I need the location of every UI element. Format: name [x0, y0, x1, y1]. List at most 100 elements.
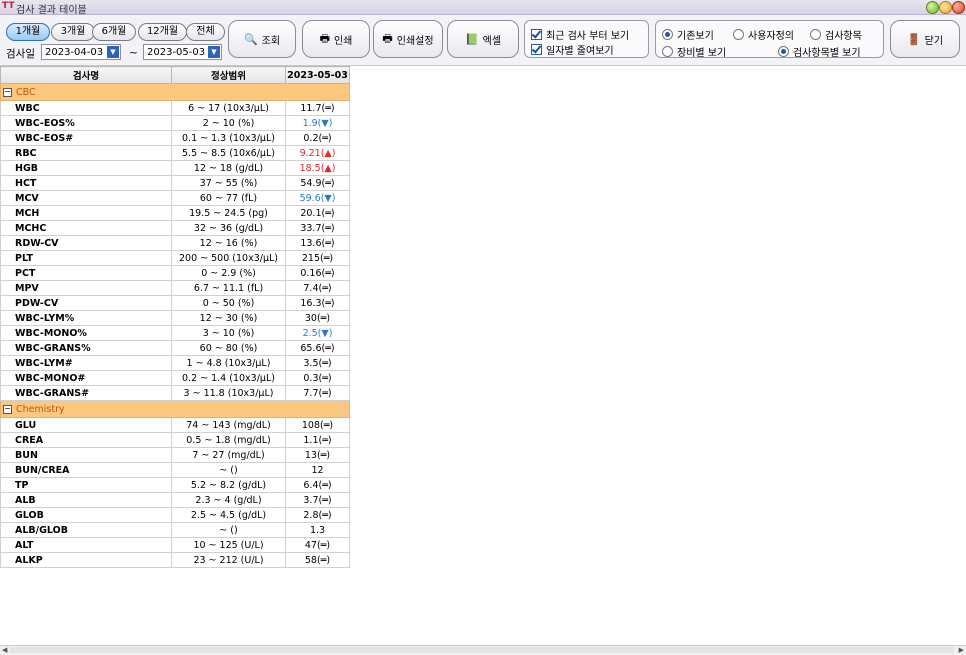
radio-selected-icon — [778, 46, 789, 57]
chevron-down-icon[interactable]: ▼ — [107, 46, 119, 58]
result-value-cell: 13(═) — [285, 447, 350, 463]
view-custom-radio[interactable]: 사용자정의 — [733, 27, 794, 42]
view-basic-label: 기존보기 — [677, 31, 714, 42]
scrollbar-thumb[interactable] — [10, 647, 954, 653]
table-row[interactable]: MCH 19.5 ~ 24.5 (pg) 20.1(═) — [0, 205, 350, 221]
test-name-cell: GLOB — [0, 507, 172, 523]
test-name-cell: ALB — [0, 492, 172, 508]
table-row[interactable]: TP 5.2 ~ 8.2 (g/dL) 6.4(═) — [0, 477, 350, 493]
table-row[interactable]: WBC-MONO# 0.2 ~ 1.4 (10x3/μL) 0.3(═) — [0, 370, 350, 386]
test-name-cell: WBC — [0, 100, 172, 116]
table-row[interactable]: ALB/GLOB ~ () 1.3 — [0, 522, 350, 538]
table-row[interactable]: HCT 37 ~ 55 (%) 54.9(═) — [0, 175, 350, 191]
result-value-cell: 1.3 — [285, 522, 350, 538]
table-row[interactable]: WBC 6 ~ 17 (10x3/μL) 11.7(═) — [0, 100, 350, 116]
table-row[interactable]: MCHC 32 ~ 36 (g/dL) 33.7(═) — [0, 220, 350, 236]
test-name-cell: HCT — [0, 175, 172, 191]
recent-first-checkbox[interactable]: 최근 검사 부터 보기 — [531, 27, 629, 42]
normal-range-cell: 32 ~ 36 (g/dL) — [171, 220, 286, 236]
normal-range-cell: 0.5 ~ 1.8 (mg/dL) — [171, 432, 286, 448]
search-icon: 🔍 — [243, 32, 258, 46]
title-bar: TT 검사 결과 테이블 — [0, 0, 966, 16]
view-custom-label: 사용자정의 — [748, 31, 794, 42]
table-row[interactable]: GLU 74 ~ 143 (mg/dL) 108(═) — [0, 417, 350, 433]
table-row[interactable]: GLOB 2.5 ~ 4.5 (g/dL) 2.8(═) — [0, 507, 350, 523]
test-name-cell: PDW-CV — [0, 295, 172, 311]
group-header-cell[interactable]: − Chemistry — [0, 400, 350, 418]
date-to-field[interactable]: 2023-05-03 ▼ — [143, 44, 222, 60]
period-12month-button[interactable]: 12개월 — [138, 23, 187, 41]
excel-icon: 📗 — [464, 32, 479, 46]
table-row[interactable]: ALKP 23 ~ 212 (U/L) 58(═) — [0, 552, 350, 568]
scroll-right-icon[interactable]: ▶ — [959, 646, 964, 654]
table-row[interactable]: WBC-MONO% 3 ~ 10 (%) 2.5(▼) — [0, 325, 350, 341]
normal-range-cell: 60 ~ 80 (%) — [171, 340, 286, 356]
print-settings-button[interactable]: 🖶 인쇄설정 — [373, 20, 443, 58]
group-row[interactable]: − CBC — [0, 83, 350, 101]
view-device-radio[interactable]: 장비별 보기 — [662, 44, 726, 59]
normal-range-cell: 1 ~ 4.8 (10x3/μL) — [171, 355, 286, 371]
view-device-label: 장비별 보기 — [677, 48, 727, 59]
window-title: 검사 결과 테이블 — [16, 5, 87, 16]
period-6month-button[interactable]: 6개월 — [92, 23, 136, 41]
result-value-cell: 2.5(▼) — [285, 325, 350, 341]
table-row[interactable]: MPV 6.7 ~ 11.1 (fL) 7.4(═) — [0, 280, 350, 296]
results-table: 검사명 정상범위 2023-05-03 − CBC WBC 6 ~ 17 (10x3/… — [0, 66, 350, 568]
table-row[interactable]: WBC-EOS% 2 ~ 10 (%) 1.9(▼) — [0, 115, 350, 131]
display-options-group: 최근 검사 부터 보기 일자별 줄여보기 — [524, 20, 649, 58]
close-button[interactable]: 🚪 닫기 — [890, 20, 960, 58]
view-basic-radio[interactable]: 기존보기 — [662, 27, 714, 42]
maximize-button[interactable] — [939, 1, 952, 14]
period-1month-button[interactable]: 1개월 — [6, 23, 50, 41]
close-window-button[interactable] — [952, 1, 965, 14]
date-from-field[interactable]: 2023-04-03 ▼ — [41, 44, 121, 60]
table-row[interactable]: HGB 12 ~ 18 (g/dL) 18.5(▲) — [0, 160, 350, 176]
view-item-radio[interactable]: 검사항목 — [810, 27, 862, 42]
table-row[interactable]: ALB 2.3 ~ 4 (g/dL) 3.7(═) — [0, 492, 350, 508]
table-row[interactable]: ALT 10 ~ 125 (U/L) 47(═) — [0, 537, 350, 553]
table-row[interactable]: RDW-CV 12 ~ 16 (%) 13.6(═) — [0, 235, 350, 251]
view-by-item-radio[interactable]: 검사항목별 보기 — [778, 44, 861, 59]
group-header-cell[interactable]: − CBC — [0, 83, 350, 101]
column-header-normal-range[interactable]: 정상범위 — [171, 66, 286, 84]
results-grid[interactable]: 검사명 정상범위 2023-05-03 − CBC WBC 6 ~ 17 (10x3/… — [0, 66, 966, 606]
scroll-left-icon[interactable]: ◀ — [2, 646, 7, 654]
table-row[interactable]: MCV 60 ~ 77 (fL) 59.6(▼) — [0, 190, 350, 206]
chevron-down-icon[interactable]: ▼ — [208, 46, 220, 58]
column-header-date[interactable]: 2023-05-03 — [285, 66, 350, 84]
table-row[interactable]: WBC-GRANS# 3 ~ 11.8 (10x3/μL) 7.7(═) — [0, 385, 350, 401]
table-row[interactable]: PCT 0 ~ 2.9 (%) 0.16(═) — [0, 265, 350, 281]
group-row[interactable]: − Chemistry — [0, 400, 350, 418]
result-value-cell: 12 — [285, 462, 350, 478]
test-name-cell: WBC-GRANS% — [0, 340, 172, 356]
table-row[interactable]: WBC-LYM# 1 ~ 4.8 (10x3/μL) 3.5(═) — [0, 355, 350, 371]
close-button-label: 닫기 — [924, 35, 944, 47]
result-value-cell: 0.3(═) — [285, 370, 350, 386]
test-name-cell: CREA — [0, 432, 172, 448]
table-row[interactable]: BUN/CREA ~ () 12 — [0, 462, 350, 478]
table-row[interactable]: WBC-EOS# 0.1 ~ 1.3 (10x3/μL) 0.2(═) — [0, 130, 350, 146]
collapse-icon[interactable]: − — [3, 404, 12, 414]
table-row[interactable]: BUN 7 ~ 27 (mg/dL) 13(═) — [0, 447, 350, 463]
print-button[interactable]: 🖶 인쇄 — [302, 20, 370, 58]
table-row[interactable]: WBC-LYM% 12 ~ 30 (%) 30(═) — [0, 310, 350, 326]
excel-button[interactable]: 📗 엑셀 — [447, 20, 519, 58]
search-button[interactable]: 🔍 조회 — [228, 20, 296, 58]
date-to-value: 2023-05-03 — [147, 47, 206, 58]
table-row[interactable]: RBC 5.5 ~ 8.5 (10x6/μL) 9.21(▲) — [0, 145, 350, 161]
table-row[interactable]: PLT 200 ~ 500 (10x3/μL) 215(═) — [0, 250, 350, 266]
minimize-button[interactable] — [926, 1, 939, 14]
period-3month-button[interactable]: 3개월 — [51, 23, 95, 41]
print-settings-button-label: 인쇄설정 — [396, 35, 434, 47]
test-name-cell: ALB/GLOB — [0, 522, 172, 538]
period-all-button[interactable]: 전체 — [186, 23, 225, 41]
normal-range-cell: 23 ~ 212 (U/L) — [171, 552, 286, 568]
column-header-test-name[interactable]: 검사명 — [0, 66, 172, 84]
radio-unselected-icon — [662, 46, 673, 57]
normal-range-cell: 5.5 ~ 8.5 (10x6/μL) — [171, 145, 286, 161]
compact-by-date-checkbox[interactable]: 일자별 줄여보기 — [531, 42, 614, 57]
table-row[interactable]: PDW-CV 0 ~ 50 (%) 16.3(═) — [0, 295, 350, 311]
table-row[interactable]: CREA 0.5 ~ 1.8 (mg/dL) 1.1(═) — [0, 432, 350, 448]
collapse-icon[interactable]: − — [3, 87, 12, 97]
table-row[interactable]: WBC-GRANS% 60 ~ 80 (%) 65.6(═) — [0, 340, 350, 356]
